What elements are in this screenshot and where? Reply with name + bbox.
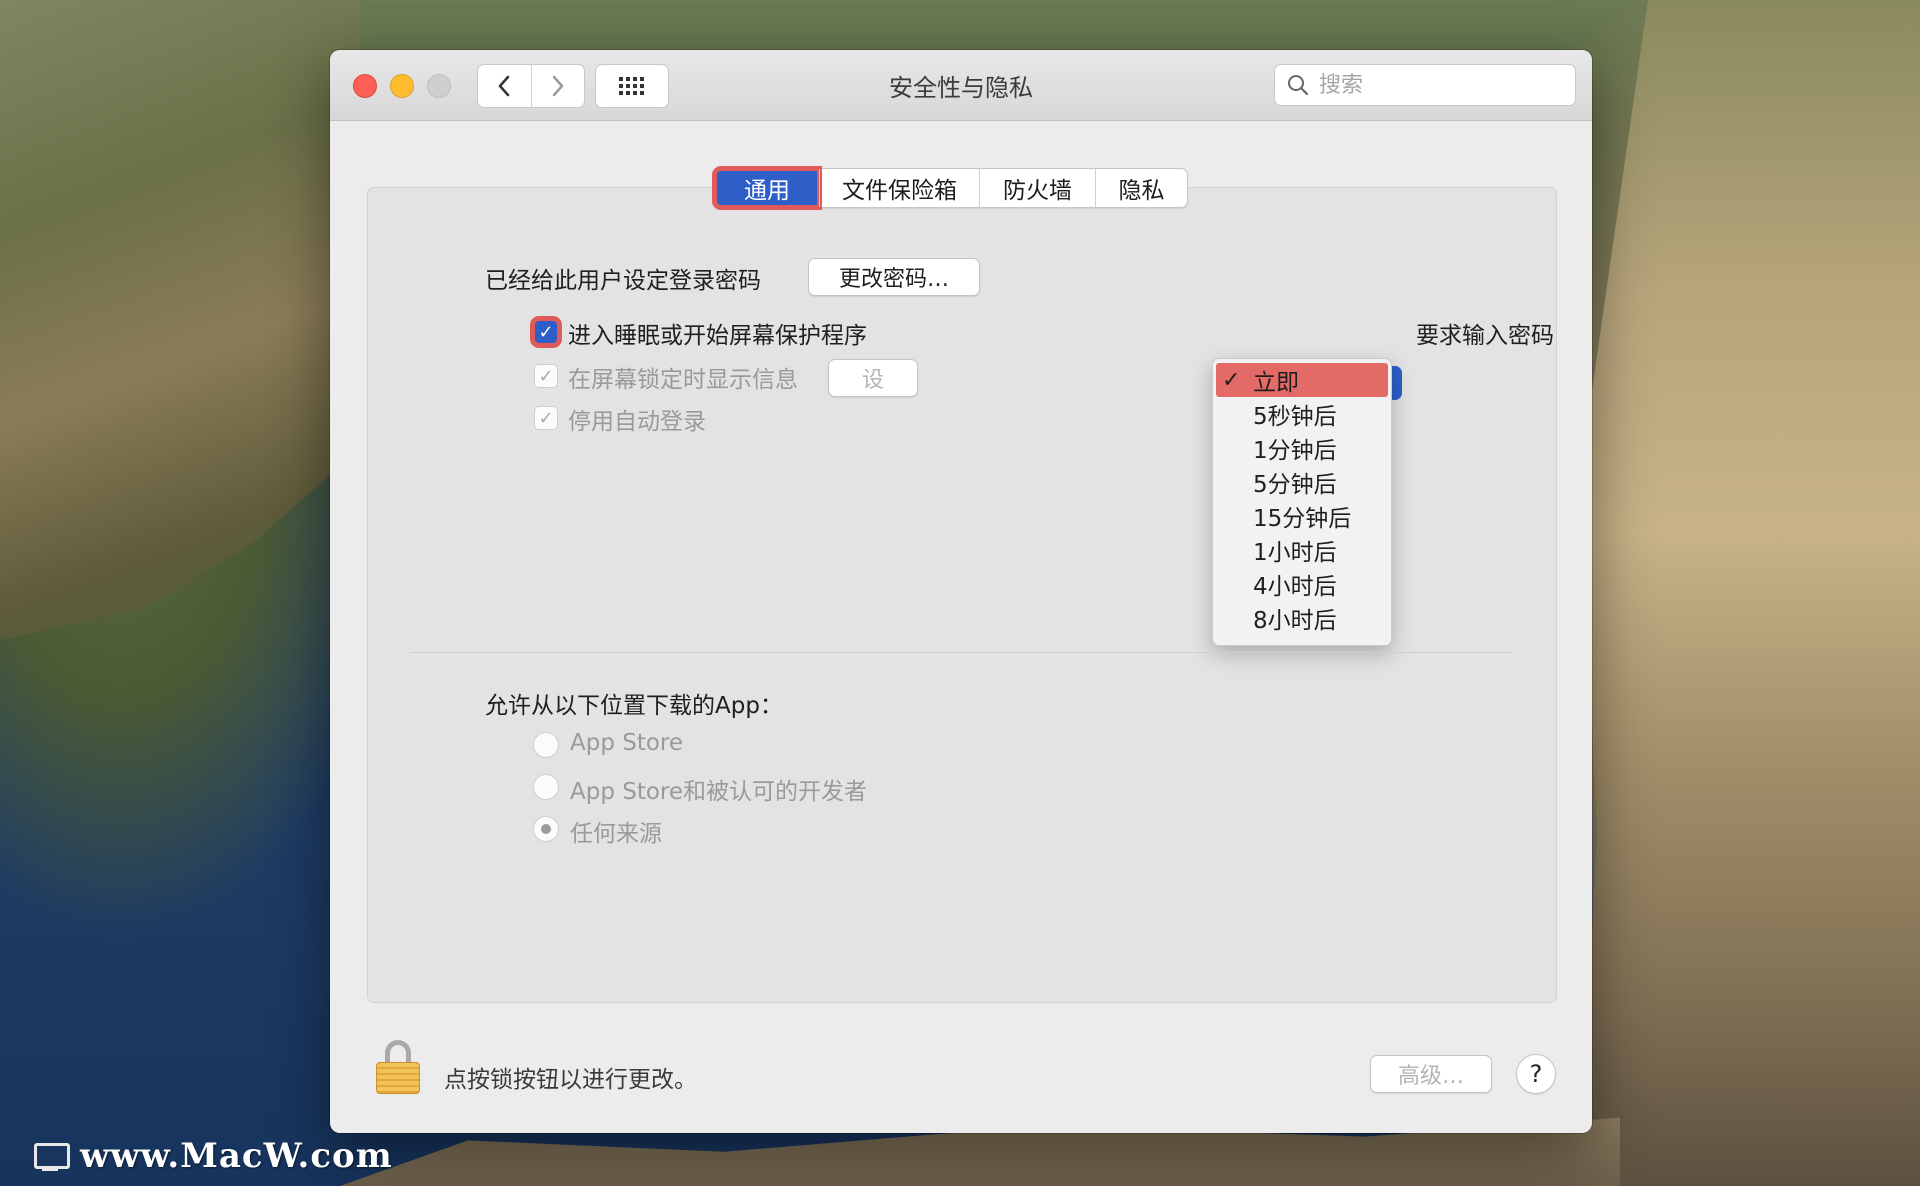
menu-item-5m[interactable]: 5分钟后 bbox=[1213, 465, 1391, 499]
menu-item-8h[interactable]: 8小时后 bbox=[1213, 601, 1391, 635]
search-field[interactable] bbox=[1274, 64, 1576, 106]
delay-popup-menu: ✓ 立即 5秒钟后 1分钟后 5分钟后 15分钟后 1小时后 4小时后 8小时后 bbox=[1212, 358, 1392, 646]
monitor-icon bbox=[30, 1139, 70, 1173]
show-message-label: 在屏幕锁定时显示信息 bbox=[568, 367, 798, 393]
tab-privacy[interactable]: 隐私 bbox=[1095, 169, 1187, 207]
menu-item-5s[interactable]: 5秒钟后 bbox=[1213, 397, 1391, 431]
tab-bar: 通用 文件保险箱 防火墙 隐私 bbox=[712, 166, 1188, 210]
search-input[interactable] bbox=[1317, 71, 1561, 99]
wallpaper-cliff-right bbox=[1580, 0, 1920, 1186]
lock-hint-text: 点按锁按钮以进行更改。 bbox=[444, 1067, 697, 1093]
tab-general[interactable]: 通用 bbox=[712, 166, 822, 210]
menu-item-label: 立即 bbox=[1253, 370, 1299, 396]
require-password-checkbox[interactable]: ✓ bbox=[530, 316, 562, 348]
change-password-button[interactable]: 更改密码… bbox=[808, 258, 980, 296]
disable-autologin-label: 停用自动登录 bbox=[568, 409, 706, 435]
downloads-heading: 允许从以下位置下载的App： bbox=[485, 693, 783, 719]
radio-app-store-label: App Store bbox=[570, 730, 684, 756]
menu-item-1h[interactable]: 1小时后 bbox=[1213, 533, 1391, 567]
checkmark-icon: ✓ bbox=[1222, 367, 1241, 393]
menu-item-1m[interactable]: 1分钟后 bbox=[1213, 431, 1391, 465]
password-set-label: 已经给此用户设定登录密码 bbox=[485, 268, 761, 294]
title-bar: 安全性与隐私 bbox=[330, 50, 1592, 121]
section-divider bbox=[410, 652, 1512, 653]
radio-dot bbox=[541, 824, 551, 834]
lock-body bbox=[376, 1062, 420, 1094]
watermark: www.MacW.com bbox=[30, 1134, 393, 1178]
lock-icon[interactable] bbox=[374, 1040, 422, 1094]
preferences-window: 安全性与隐私 通用 文件保险箱 防火墙 隐私 已经给此用户设定登录密码 更改密码… bbox=[330, 50, 1592, 1133]
tab-firewall[interactable]: 防火墙 bbox=[979, 169, 1095, 207]
set-message-button[interactable]: 设 bbox=[828, 359, 918, 397]
wallpaper-cliff-left bbox=[0, 0, 360, 640]
menu-item-4h[interactable]: 4小时后 bbox=[1213, 567, 1391, 601]
help-button[interactable]: ? bbox=[1516, 1054, 1556, 1094]
search-icon bbox=[1288, 75, 1309, 96]
radio-app-store[interactable] bbox=[533, 732, 559, 758]
require-password-suffix: 要求输入密码 bbox=[1416, 323, 1554, 349]
tab-filevault[interactable]: 文件保险箱 bbox=[819, 169, 979, 207]
show-message-checkbox[interactable]: ✓ bbox=[534, 364, 558, 388]
radio-identified-developers-label: App Store和被认可的开发者 bbox=[570, 779, 868, 805]
watermark-text: www.MacW.com bbox=[80, 1136, 393, 1176]
require-password-label: 进入睡眠或开始屏幕保护程序 bbox=[568, 323, 867, 349]
radio-anywhere-label: 任何来源 bbox=[570, 821, 662, 847]
advanced-button[interactable]: 高级… bbox=[1370, 1055, 1492, 1093]
radio-identified-developers[interactable] bbox=[533, 774, 559, 800]
menu-item-15m[interactable]: 15分钟后 bbox=[1213, 499, 1391, 533]
menu-item-immediately[interactable]: ✓ 立即 bbox=[1216, 363, 1388, 397]
disable-autologin-checkbox[interactable]: ✓ bbox=[534, 406, 558, 430]
radio-anywhere[interactable] bbox=[533, 816, 559, 842]
